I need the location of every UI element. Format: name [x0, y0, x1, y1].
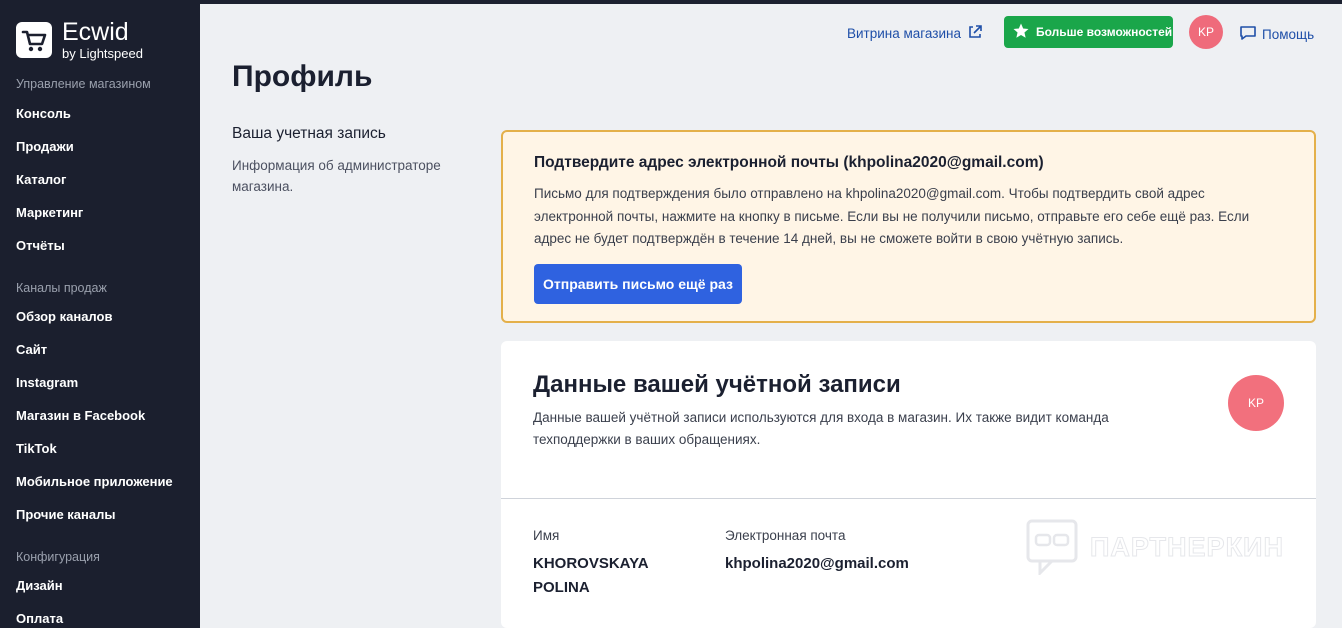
sidebar-item-payment[interactable]: Оплата	[16, 611, 63, 626]
notice-title: Подтвердите адрес электронной почты (khp…	[534, 154, 1044, 171]
sidebar-item-sales[interactable]: Продажи	[16, 139, 74, 154]
account-data-card: Данные вашей учётной записи Данные вашей…	[501, 341, 1316, 628]
sidebar-item-mobile-app[interactable]: Мобильное приложение	[16, 474, 173, 489]
sidebar: Ecwid by Lightspeed Управление магазином…	[0, 0, 200, 628]
top-border	[0, 0, 1342, 4]
cart-icon	[16, 22, 52, 58]
help-link-label: Помощь	[1262, 27, 1315, 42]
watermark: ПАРТНЕРКИН	[1026, 519, 1284, 575]
sidebar-item-catalog[interactable]: Каталог	[16, 172, 66, 187]
upgrade-button-label: Больше возможностей	[1036, 25, 1173, 39]
chat-bubble-icon	[1239, 24, 1257, 45]
section-config: Конфигурация	[16, 550, 100, 564]
email-label: Электронная почта	[725, 528, 846, 543]
user-avatar[interactable]: KP	[1189, 15, 1223, 49]
storefront-link[interactable]: Витрина магазина	[847, 24, 983, 43]
resend-email-button[interactable]: Отправить письмо ещё раз	[534, 264, 742, 304]
sidebar-item-console[interactable]: Консоль	[16, 106, 71, 121]
sidebar-item-tiktok[interactable]: TikTok	[16, 441, 57, 456]
account-section-description: Информация об администраторе магазина.	[232, 158, 441, 194]
notice-text: Письмо для подтверждения было отправлено…	[534, 186, 1250, 246]
account-section-title: Ваша учетная запись	[232, 125, 386, 142]
logo-title: Ecwid	[62, 18, 129, 46]
sidebar-item-instagram[interactable]: Instagram	[16, 375, 78, 390]
storefront-link-label: Витрина магазина	[847, 26, 961, 41]
logo-subtitle: by Lightspeed	[62, 46, 143, 61]
sidebar-item-reports[interactable]: Отчёты	[16, 238, 65, 253]
upgrade-button[interactable]: Больше возможностей	[1004, 16, 1173, 48]
watermark-text: ПАРТНЕРКИН	[1090, 531, 1284, 562]
logo[interactable]: Ecwid by Lightspeed	[16, 18, 143, 61]
card-title: Данные вашей учётной записи	[533, 371, 901, 398]
sidebar-item-design[interactable]: Дизайн	[16, 578, 63, 593]
sidebar-item-channels-overview[interactable]: Обзор каналов	[16, 309, 112, 324]
watermark-logo-icon	[1026, 519, 1078, 575]
help-link[interactable]: Помощь	[1239, 24, 1314, 45]
section-manage: Управление магазином	[16, 77, 151, 91]
email-value: khpolina2020@gmail.com	[725, 555, 909, 572]
external-link-icon	[967, 24, 983, 43]
sidebar-item-site[interactable]: Сайт	[16, 342, 47, 357]
star-icon	[1012, 22, 1030, 43]
card-description: Данные вашей учётной записи используются…	[533, 410, 1109, 447]
profile-avatar[interactable]: KP	[1228, 375, 1284, 431]
divider	[501, 498, 1316, 499]
sidebar-item-other-channels[interactable]: Прочие каналы	[16, 507, 115, 522]
section-channels: Каналы продаж	[16, 281, 107, 295]
sidebar-item-marketing[interactable]: Маркетинг	[16, 205, 83, 220]
name-value: KHOROVSKAYA POLINA	[533, 555, 649, 596]
name-label: Имя	[533, 528, 560, 543]
page-title: Профиль	[232, 60, 373, 93]
sidebar-item-facebook-shop[interactable]: Магазин в Facebook	[16, 408, 145, 423]
email-confirmation-notice: Подтвердите адрес электронной почты (khp…	[501, 130, 1316, 323]
